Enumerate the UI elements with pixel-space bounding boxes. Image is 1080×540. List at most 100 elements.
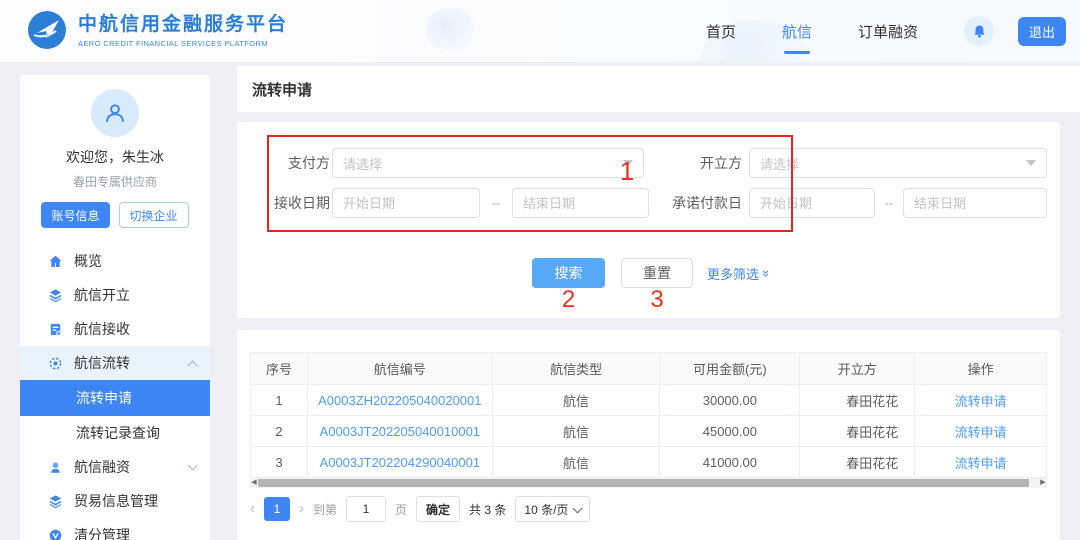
brand-subtitle: AERO CREDIT FINANCIAL SERVICES PLATFORM [78,39,288,48]
sidebar: 欢迎您，朱生冰 春田专属供应商 账号信息 切换企业 概览 航信开立 [20,75,210,540]
double-chevron-down-icon: » [759,270,774,277]
sidebar-item-label: 航信融资 [74,457,130,477]
date-range-separator: -- [484,188,508,218]
col-header-type: 航信类型 [493,353,661,385]
sidebar-item-hangxin-financing[interactable]: 航信融资 [20,450,210,484]
cell-amount: 30000.00 [660,385,800,416]
cell-amount: 45000.00 [660,416,800,447]
sidebar-item-label: 概览 [74,251,102,271]
brand: 中航信用金融服务平台 AERO CREDIT FINANCIAL SERVICE… [26,9,288,51]
company-subtitle: 春田专属供应商 [20,173,210,190]
cell-code-link[interactable]: A0003JT202204290040001 [308,447,493,478]
cell-index: 1 [251,385,308,416]
cell-issuer: 春田花花 [800,447,915,478]
user-icon [102,100,128,126]
cell-code-link[interactable]: A0003JT202205040010001 [308,416,493,447]
account-info-button[interactable]: 账号信息 [41,202,109,228]
sidebar-item-label: 流转申请 [76,388,132,408]
user-buttons: 账号信息 切换企业 [20,202,210,228]
confirm-button[interactable]: 确定 [416,496,460,522]
search-button[interactable]: 搜索 [532,258,605,288]
target-icon [48,356,63,371]
cell-type: 航信 [493,447,661,478]
sidebar-item-label: 航信流转 [74,353,130,373]
sidebar-item-hangxin-transfer[interactable]: 航信流转 [20,346,210,380]
page-size-select[interactable]: 10 条/页 [515,496,590,522]
date-range-separator: -- [879,188,899,218]
table-card: 序号 航信编号 航信类型 可用金额(元) 开立方 操作 1 A0003ZH202… [237,330,1060,540]
sidebar-item-transfer-records[interactable]: 流转记录查询 [20,416,210,450]
caret-down-icon [1026,160,1036,166]
promise-end-date-input[interactable] [903,188,1047,218]
table-row: 1 A0003ZH202205040020001 航信 30000.00 春田花… [251,385,1047,416]
financing-icon [48,460,63,475]
welcome-text: 欢迎您，朱生冰 [20,147,210,167]
sidebar-item-overview[interactable]: 概览 [20,244,210,278]
nav-item-home[interactable]: 首页 [706,21,736,42]
app-screen: 中航信用金融服务平台 AERO CREDIT FINANCIAL SERVICE… [0,0,1080,540]
sidebar-menu: 概览 航信开立 航信接收 [20,244,210,540]
layers-icon [48,288,63,303]
chevron-down-icon [188,461,198,471]
issuer-select[interactable]: 请选择 [749,148,1047,178]
caret-down-icon [623,160,633,166]
col-header-index: 序号 [251,353,308,385]
horizontal-scrollbar[interactable]: ◀ ▶ [250,478,1047,488]
cell-code-link[interactable]: A0003ZH202205040020001 [308,385,493,416]
reset-button[interactable]: 重置 [621,258,693,288]
brand-logo-icon [26,9,68,51]
scroll-right-arrow-icon[interactable]: ▶ [1039,478,1047,488]
current-page-button[interactable]: 1 [264,497,290,521]
logout-button[interactable]: 退出 [1018,17,1066,46]
goto-page-input[interactable] [346,496,386,522]
payer-select-placeholder: 请选择 [343,154,382,173]
more-filters-label: 更多筛选 [707,264,759,283]
nav-item-hangxin[interactable]: 航信 [782,21,812,42]
annotation-step-3: 3 [621,286,693,314]
notification-button[interactable] [964,16,994,46]
col-header-issuer: 开立方 [800,353,915,385]
pagination: ‹ 1 › 到第 页 确定 共 3 条 10 条/页 [250,496,590,522]
sidebar-item-hangxin-receive[interactable]: 航信接收 [20,312,210,346]
page-title: 流转申请 [252,79,312,100]
sidebar-item-label: 清分管理 [74,525,130,540]
sidebar-item-trade-info[interactable]: 贸易信息管理 [20,484,210,518]
cell-action-link[interactable]: 流转申请 [915,447,1047,478]
annotation-step-2: 2 [532,286,605,314]
sidebar-item-clearing[interactable]: 清分管理 [20,518,210,540]
top-header: 中航信用金融服务平台 AERO CREDIT FINANCIAL SERVICE… [0,0,1080,62]
sidebar-item-label: 流转记录查询 [76,423,160,443]
receive-end-date-input[interactable] [512,188,649,218]
nav-item-order-financing[interactable]: 订单融资 [858,21,918,42]
scroll-left-arrow-icon[interactable]: ◀ [250,478,258,488]
cell-action-link[interactable]: 流转申请 [915,385,1047,416]
prev-page-icon[interactable]: ‹ [250,497,255,521]
page-size-value: 10 条/页 [524,501,568,518]
table-header-row: 序号 航信编号 航信类型 可用金额(元) 开立方 操作 [251,353,1047,385]
payer-select[interactable]: 请选择 [332,148,644,178]
cell-type: 航信 [493,385,661,416]
header-nav: 首页 航信 订单融资 退出 [706,0,1066,62]
page-title-bar: 流转申请 [237,66,1080,112]
cell-action-link[interactable]: 流转申请 [915,416,1047,447]
nav-item-hangxin-label: 航信 [782,24,812,41]
cell-issuer: 春田花花 [800,416,915,447]
table-row: 2 A0003JT202205040010001 航信 45000.00 春田花… [251,416,1047,447]
more-filters-link[interactable]: 更多筛选 » [707,264,770,283]
sidebar-item-transfer-apply[interactable]: 流转申请 [20,380,210,416]
sidebar-item-label: 航信开立 [74,285,130,305]
promise-start-date-input[interactable] [749,188,875,218]
table-row: 3 A0003JT202204290040001 航信 41000.00 春田花… [251,447,1047,478]
receive-date-label: 接收日期 [245,188,330,218]
filter-card: 1 支付方 请选择 开立方 请选择 接收日期 -- 承诺付款日 -- 搜索 [237,122,1060,318]
chevron-down-icon [573,503,583,513]
receive-start-date-input[interactable] [332,188,480,218]
results-table: 序号 航信编号 航信类型 可用金额(元) 开立方 操作 1 A0003ZH202… [250,352,1047,478]
total-count-label: 共 3 条 [469,501,506,518]
sidebar-item-hangxin-open[interactable]: 航信开立 [20,278,210,312]
switch-enterprise-button[interactable]: 切换企业 [119,202,189,228]
bell-icon [972,24,987,39]
scrollbar-thumb[interactable] [258,479,1029,487]
next-page-icon[interactable]: › [299,497,304,521]
col-header-amount: 可用金额(元) [660,353,800,385]
